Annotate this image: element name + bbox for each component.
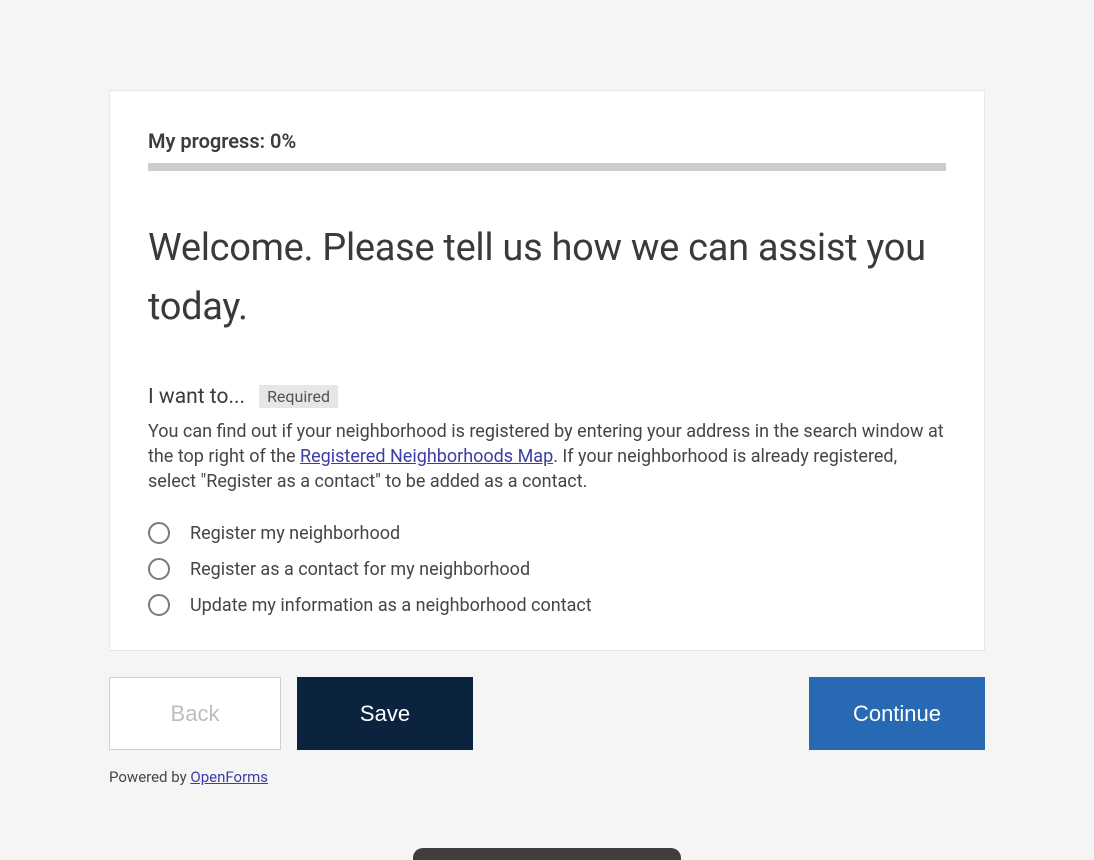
openforms-link[interactable]: OpenForms [190,768,268,786]
radio-label: Update my information as a neighborhood … [190,595,592,616]
save-button[interactable]: Save [297,677,473,750]
radio-label: Register my neighborhood [190,523,400,544]
required-badge: Required [259,385,338,408]
bottom-pill [413,848,681,860]
page-heading: Welcome. Please tell us how we can assis… [148,219,946,337]
question-row: I want to... Required [148,385,946,409]
continue-button[interactable]: Continue [809,677,985,750]
radio-circle-icon [148,594,170,616]
radio-circle-icon [148,522,170,544]
radio-option-register-contact[interactable]: Register as a contact for my neighborhoo… [148,558,946,580]
progress-label: My progress: 0% [148,129,946,153]
radio-label: Register as a contact for my neighborhoo… [190,559,530,580]
progress-bar [148,163,946,171]
radio-group: Register my neighborhood Register as a c… [148,522,946,616]
radio-option-register-neighborhood[interactable]: Register my neighborhood [148,522,946,544]
back-button[interactable]: Back [109,677,281,750]
question-label: I want to... [148,385,245,409]
radio-circle-icon [148,558,170,580]
button-row: Back Save Continue [109,677,985,750]
form-card: My progress: 0% Welcome. Please tell us … [109,90,985,651]
radio-option-update-information[interactable]: Update my information as a neighborhood … [148,594,946,616]
powered-by-prefix: Powered by [109,768,190,786]
help-text: You can find out if your neighborhood is… [148,419,946,495]
powered-by: Powered by OpenForms [109,768,985,786]
registered-neighborhoods-map-link[interactable]: Registered Neighborhoods Map [300,446,553,467]
